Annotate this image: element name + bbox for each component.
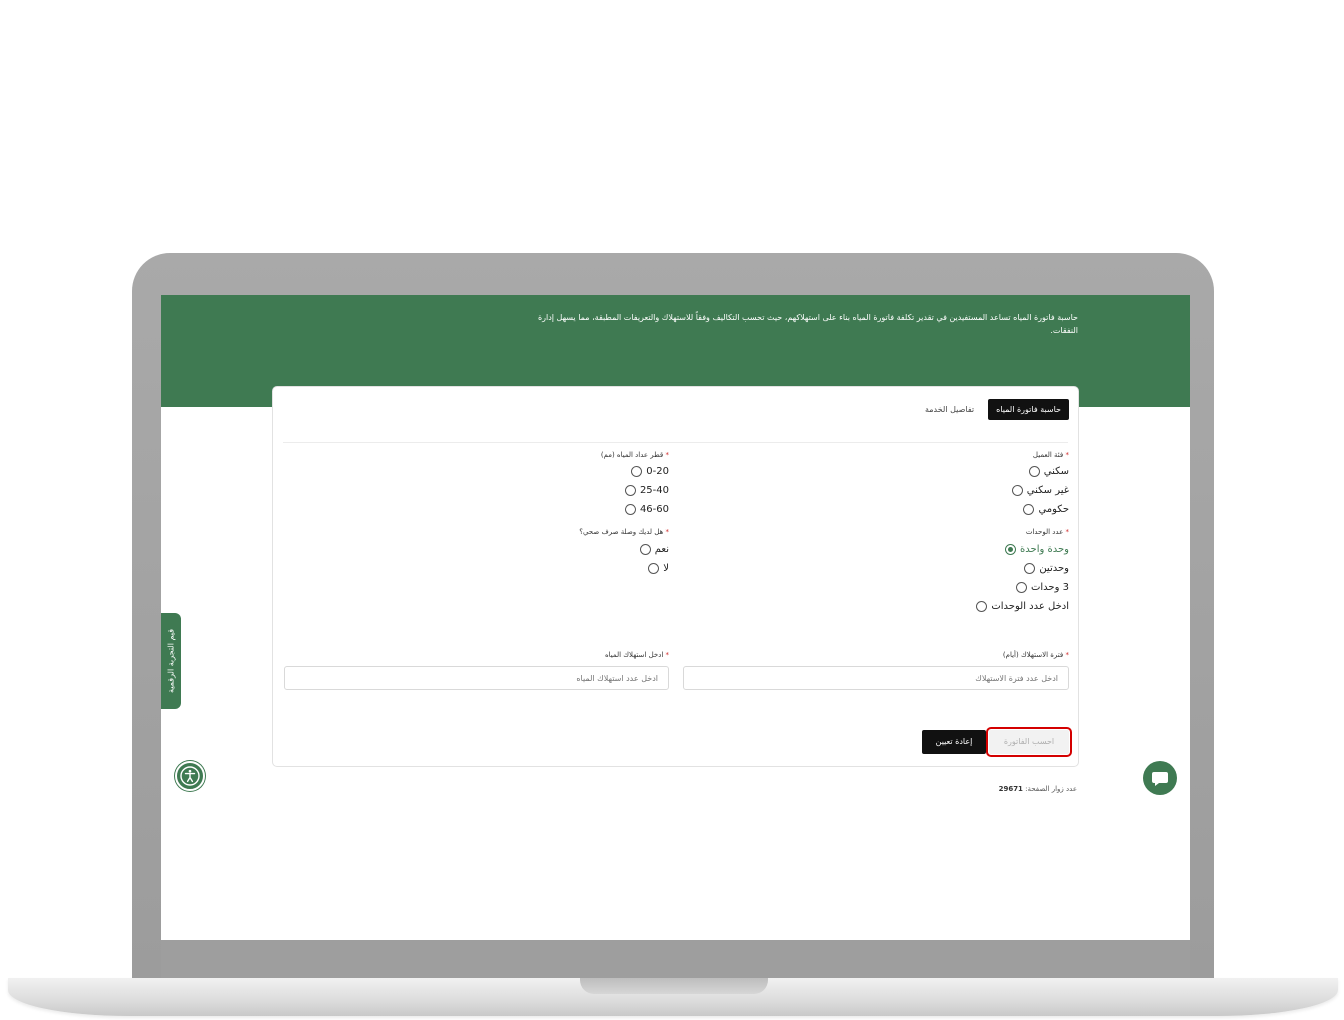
radio-label: سكني [1043,466,1069,477]
page-visits: عدد زوار الصفحة: 29671 [999,785,1077,793]
reset-button[interactable]: إعادة تعيين [922,730,986,754]
radio-label: وحدة واحدة [1020,544,1069,555]
radio-circle[interactable] [1011,485,1023,496]
radio-label: وحدتين [1039,563,1069,574]
visits-count: 29671 [998,785,1023,793]
chat-icon [1152,772,1168,786]
period-label: * فترة الاستهلاك (أيام) [1003,651,1069,659]
side-tab-label: قيم التجربة الرقمية [166,628,176,694]
sewage-text: هل لديك وصلة صرف صحي؟ [579,528,664,536]
radio-circle[interactable] [1015,582,1027,593]
hero-description: حاسبة فاتورة المياه تساعد المستفيدين في … [537,313,1078,335]
radio-meter-0-20[interactable]: 0-20 [631,466,669,477]
radio-label: ادخل عدد الوحدات [991,601,1069,612]
radio-sewage-yes[interactable]: نعم [639,544,669,555]
period-text: فترة الاستهلاك (أيام) [1002,651,1064,659]
customer-category-text: فئة العميل [1032,451,1064,459]
consumption-label: * ادخل استهلاك المياه [605,651,669,659]
radio-circle[interactable] [624,485,636,496]
radio-two-units[interactable]: وحدتين [1024,563,1069,574]
radio-sewage-no[interactable]: لا [648,563,669,574]
divider [283,442,1068,443]
required-mark: * [665,451,670,459]
period-input[interactable] [683,666,1069,690]
radio-three-units[interactable]: 3 وحدات [1015,582,1069,593]
visits-label: عدد زوار الصفحة: [1025,785,1077,793]
radio-label: لا [663,563,669,574]
radio-meter-25-40[interactable]: 25-40 [624,485,669,496]
radio-circle[interactable] [1023,504,1035,515]
radio-circle[interactable] [1028,466,1040,477]
laptop-bezel [161,940,1190,978]
radio-circle[interactable] [1005,544,1017,555]
meter-diameter-text: قطر عداد المياه (مم) [600,451,664,459]
radio-enter-units[interactable]: ادخل عدد الوحدات [976,601,1069,612]
calculate-bill-button[interactable]: احسب الفاتورة [986,727,1072,757]
consumption-input[interactable] [284,666,669,690]
radio-circle[interactable] [648,563,660,574]
required-mark: * [665,651,670,659]
units-count-text: عدد الوحدات [1025,528,1064,536]
customer-category-label: * فئة العميل [1033,451,1069,459]
units-count-label: * عدد الوحدات [1026,528,1069,536]
radio-label: 3 وحدات [1030,582,1069,593]
digital-experience-feedback-tab[interactable]: قيم التجربة الرقمية [161,613,181,709]
tab-bar: حاسبة فاتورة المياه تفاصيل الخدمة [917,399,1069,420]
radio-label: 0-20 [646,466,669,477]
tab-water-bill-calculator[interactable]: حاسبة فاتورة المياه [988,399,1069,420]
radio-circle[interactable] [976,601,988,612]
radio-circle[interactable] [631,466,643,477]
required-mark: * [1065,451,1070,459]
chat-button[interactable] [1143,761,1177,795]
radio-residential[interactable]: سكني [1028,466,1069,477]
meter-diameter-label: * قطر عداد المياه (مم) [601,451,669,459]
calculator-card: حاسبة فاتورة المياه تفاصيل الخدمة * فئة … [273,387,1078,766]
radio-circle[interactable] [639,544,651,555]
radio-label: غير سكني [1026,485,1069,496]
required-mark: * [1065,528,1070,536]
radio-government[interactable]: حكومي [1023,504,1069,515]
laptop-notch [580,978,768,994]
radio-one-unit[interactable]: وحدة واحدة [1005,544,1069,555]
radio-label: 46-60 [639,504,669,515]
required-mark: * [665,528,670,536]
consumption-text: ادخل استهلاك المياه [604,651,664,659]
tab-service-details[interactable]: تفاصيل الخدمة [917,399,982,420]
radio-meter-46-60[interactable]: 46-60 [624,504,669,515]
accessibility-button[interactable] [175,761,205,791]
required-mark: * [1065,651,1070,659]
sewage-label: * هل لديك وصلة صرف صحي؟ [579,528,669,536]
radio-circle[interactable] [1024,563,1036,574]
radio-non-residential[interactable]: غير سكني [1011,485,1069,496]
radio-circle[interactable] [624,504,636,515]
laptop-mockup: حاسبة فاتورة المياه تساعد المستفيدين في … [0,0,1344,1020]
radio-label: نعم [654,544,669,555]
radio-label: 25-40 [639,485,669,496]
accessibility-icon [180,766,200,786]
radio-label: حكومي [1038,504,1069,515]
browser-screen: حاسبة فاتورة المياه تساعد المستفيدين في … [161,295,1190,940]
